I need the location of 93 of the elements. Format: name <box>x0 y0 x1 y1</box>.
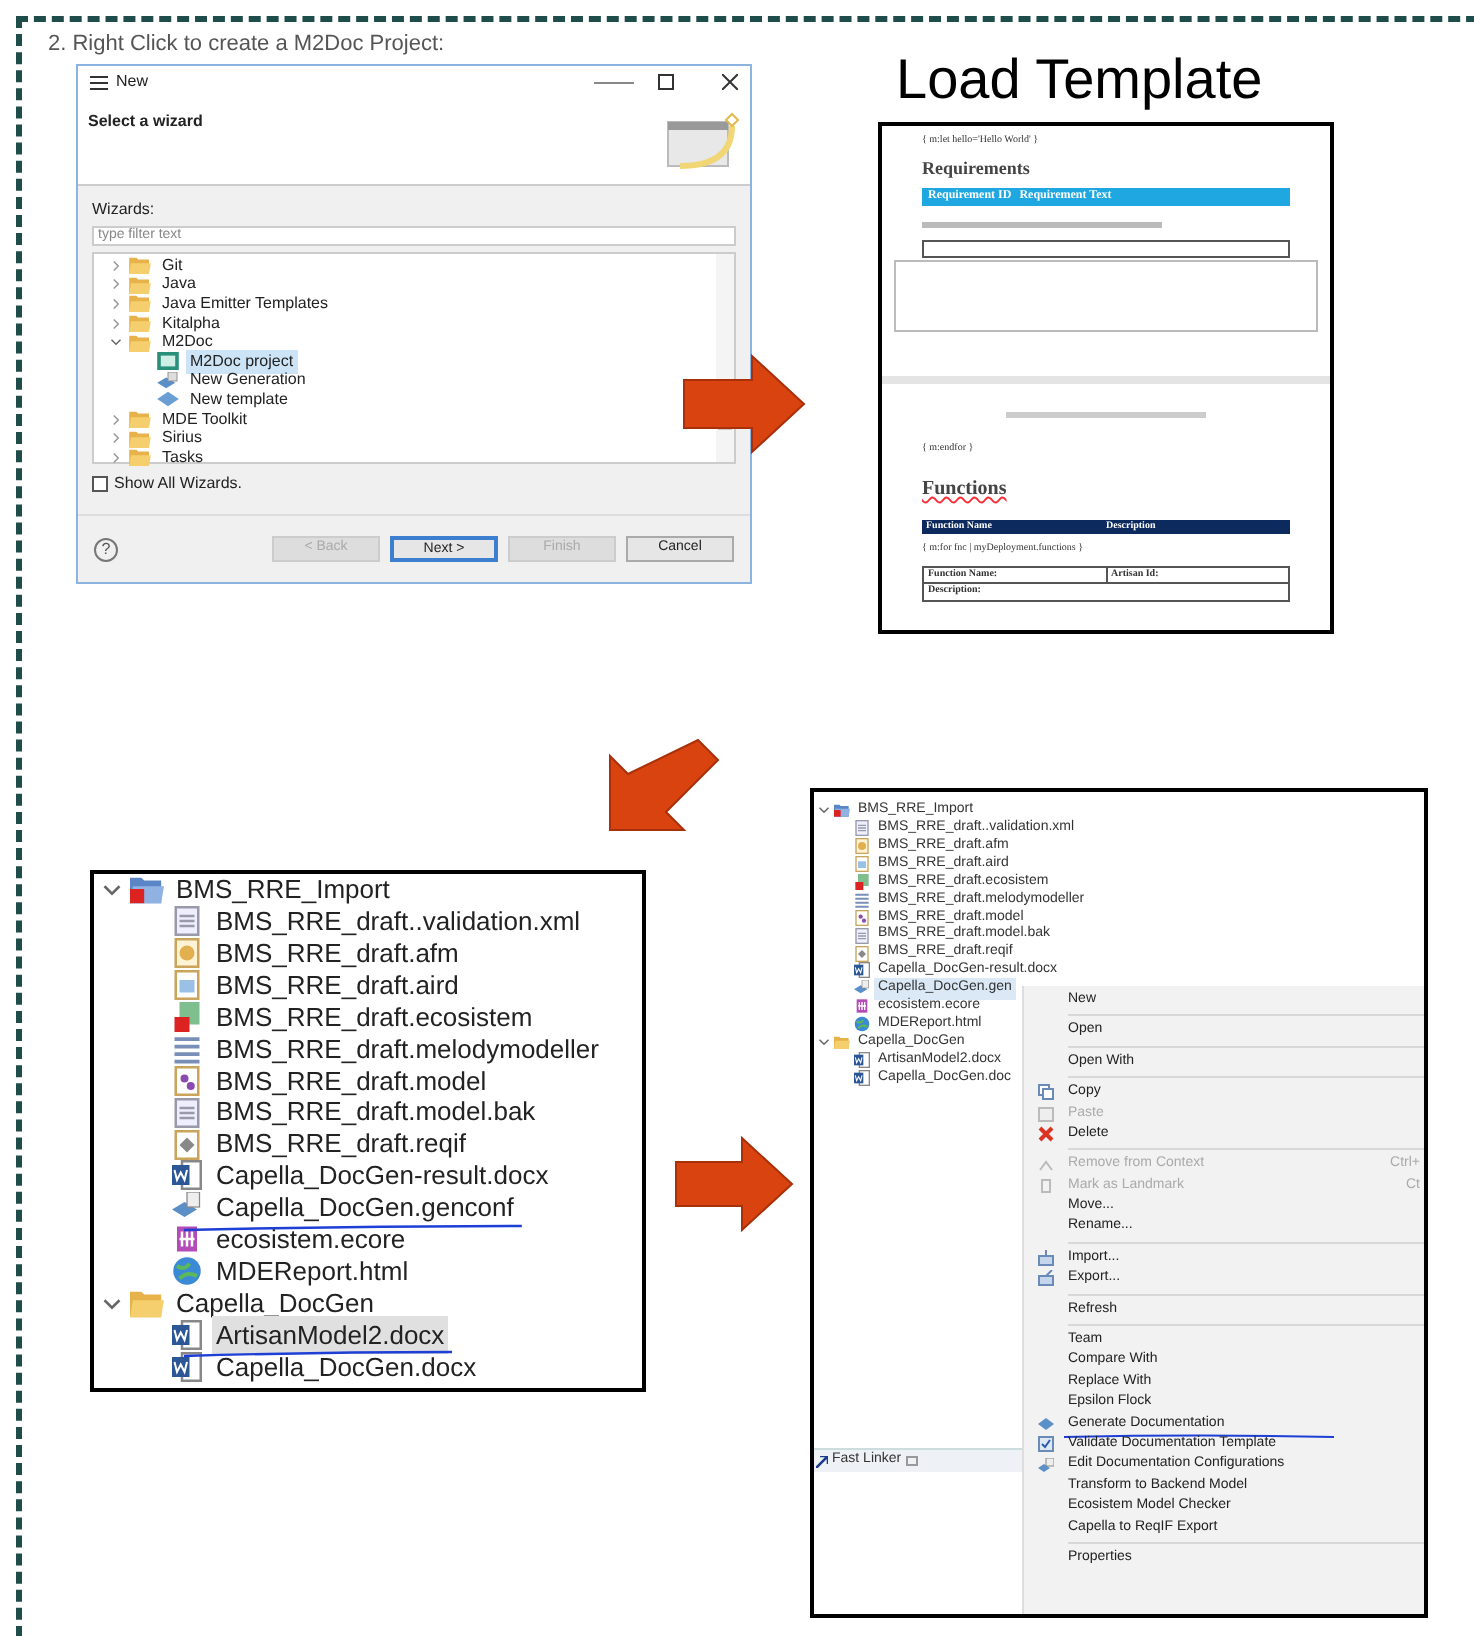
tree-item[interactable]: M2Doc <box>158 330 217 355</box>
model-file-icon <box>170 1065 204 1096</box>
diagram-file-icon <box>854 856 870 873</box>
folder-icon <box>128 256 152 275</box>
config-icon <box>1038 1457 1054 1474</box>
tree-item[interactable]: Sirius <box>158 426 207 451</box>
folder-icon <box>128 333 152 352</box>
chevron-icon[interactable] <box>102 879 122 900</box>
close-button[interactable] <box>722 74 738 90</box>
config-file-icon <box>854 980 870 997</box>
file-icon <box>170 938 204 969</box>
text-file-icon <box>170 1097 204 1128</box>
paste-icon <box>1038 1105 1054 1122</box>
text-file-icon <box>170 906 204 937</box>
globe-icon <box>170 1256 204 1287</box>
tree-item[interactable]: Kitalpha <box>158 311 224 336</box>
folder-icon <box>130 1288 164 1319</box>
chevron-icon[interactable] <box>110 317 122 330</box>
globe-icon <box>854 1016 870 1033</box>
chevron-icon[interactable] <box>110 259 122 272</box>
generation-icon <box>156 371 180 390</box>
caption: 2. Right Click to create a M2Doc Project: <box>48 30 445 60</box>
folder-icon <box>128 314 152 333</box>
chevron-icon[interactable] <box>818 1036 830 1049</box>
folder-icon <box>128 448 152 467</box>
folder-icon <box>834 1034 850 1051</box>
window-title: New <box>116 70 149 94</box>
text-file-icon <box>854 820 870 837</box>
folder-icon <box>128 429 152 448</box>
tree-item[interactable]: New Generation <box>186 368 310 393</box>
template-icon <box>156 390 180 409</box>
menu-icon <box>90 75 108 89</box>
tree-item[interactable]: Java Emitter Templates <box>158 291 332 316</box>
checkbox-icon <box>1038 1436 1054 1453</box>
folder-icon <box>128 294 152 313</box>
lines-icon <box>170 1033 204 1064</box>
wizard-banner-icon <box>664 110 740 170</box>
bookmark-icon <box>1038 1177 1054 1194</box>
chevron-icon[interactable] <box>818 804 830 817</box>
wizards-label: Wizards: <box>92 198 157 222</box>
word-document-icon <box>170 1319 204 1350</box>
model-error-icon <box>854 874 870 890</box>
project-folder-icon <box>834 802 850 819</box>
tree-item[interactable]: ArtisanModel2.docx <box>212 1315 449 1355</box>
word-document-icon <box>170 1160 204 1191</box>
tree-item[interactable]: MDE Toolkit <box>158 407 252 432</box>
project-icon <box>156 352 180 371</box>
document-heading: Requirements <box>922 155 1030 182</box>
model-error-icon <box>170 1002 204 1032</box>
chevron-icon[interactable] <box>110 451 122 464</box>
chevron-icon[interactable] <box>110 297 122 310</box>
delete-icon <box>1038 1126 1054 1143</box>
lines-icon <box>854 891 870 908</box>
file-icon <box>170 1129 204 1160</box>
export-icon <box>1038 1270 1054 1287</box>
folder-icon <box>128 410 152 429</box>
chevron-icon[interactable] <box>110 278 122 291</box>
caret-icon <box>1038 1157 1054 1174</box>
tree-item[interactable]: M2Doc project <box>186 349 298 374</box>
tree-item[interactable]: Java <box>158 272 200 297</box>
minimize-button[interactable] <box>594 81 634 83</box>
checkbox[interactable] <box>92 476 108 492</box>
help-button[interactable]: ? <box>94 537 118 561</box>
copy-icon <box>1038 1084 1054 1101</box>
diamond-icon <box>1038 1415 1054 1432</box>
checkbox-label: Show All Wizards. <box>114 472 243 496</box>
close-icon[interactable] <box>905 1456 918 1466</box>
ecore-file-icon <box>854 998 870 1015</box>
right-arrow-icon <box>674 1136 794 1232</box>
project-folder-icon <box>130 874 164 905</box>
diagram-file-icon <box>170 970 204 1001</box>
document-heading: Functions <box>922 475 1007 503</box>
text-file-icon <box>854 927 870 944</box>
maximize-button[interactable] <box>658 74 674 90</box>
file-icon <box>854 838 870 855</box>
tree-item[interactable]: New template <box>186 387 292 412</box>
right-arrow-icon <box>682 354 806 454</box>
tree-item[interactable]: Tasks <box>158 445 207 470</box>
chevron-icon[interactable] <box>110 413 122 426</box>
chevron-icon[interactable] <box>102 1293 122 1314</box>
config-file-icon <box>170 1192 204 1223</box>
link-icon <box>816 1455 828 1467</box>
chevron-icon[interactable] <box>110 432 122 445</box>
section-title: Load Template <box>896 46 1263 114</box>
word-document-icon <box>854 962 870 979</box>
wizard-heading: Select a wizard <box>88 110 205 134</box>
tree-item[interactable]: Git <box>158 253 187 278</box>
model-file-icon <box>854 909 870 926</box>
folder-icon <box>128 275 152 294</box>
import-icon <box>1038 1250 1054 1267</box>
file-icon <box>854 945 870 962</box>
word-document-icon <box>170 1351 204 1382</box>
chevron-icon[interactable] <box>110 336 122 349</box>
